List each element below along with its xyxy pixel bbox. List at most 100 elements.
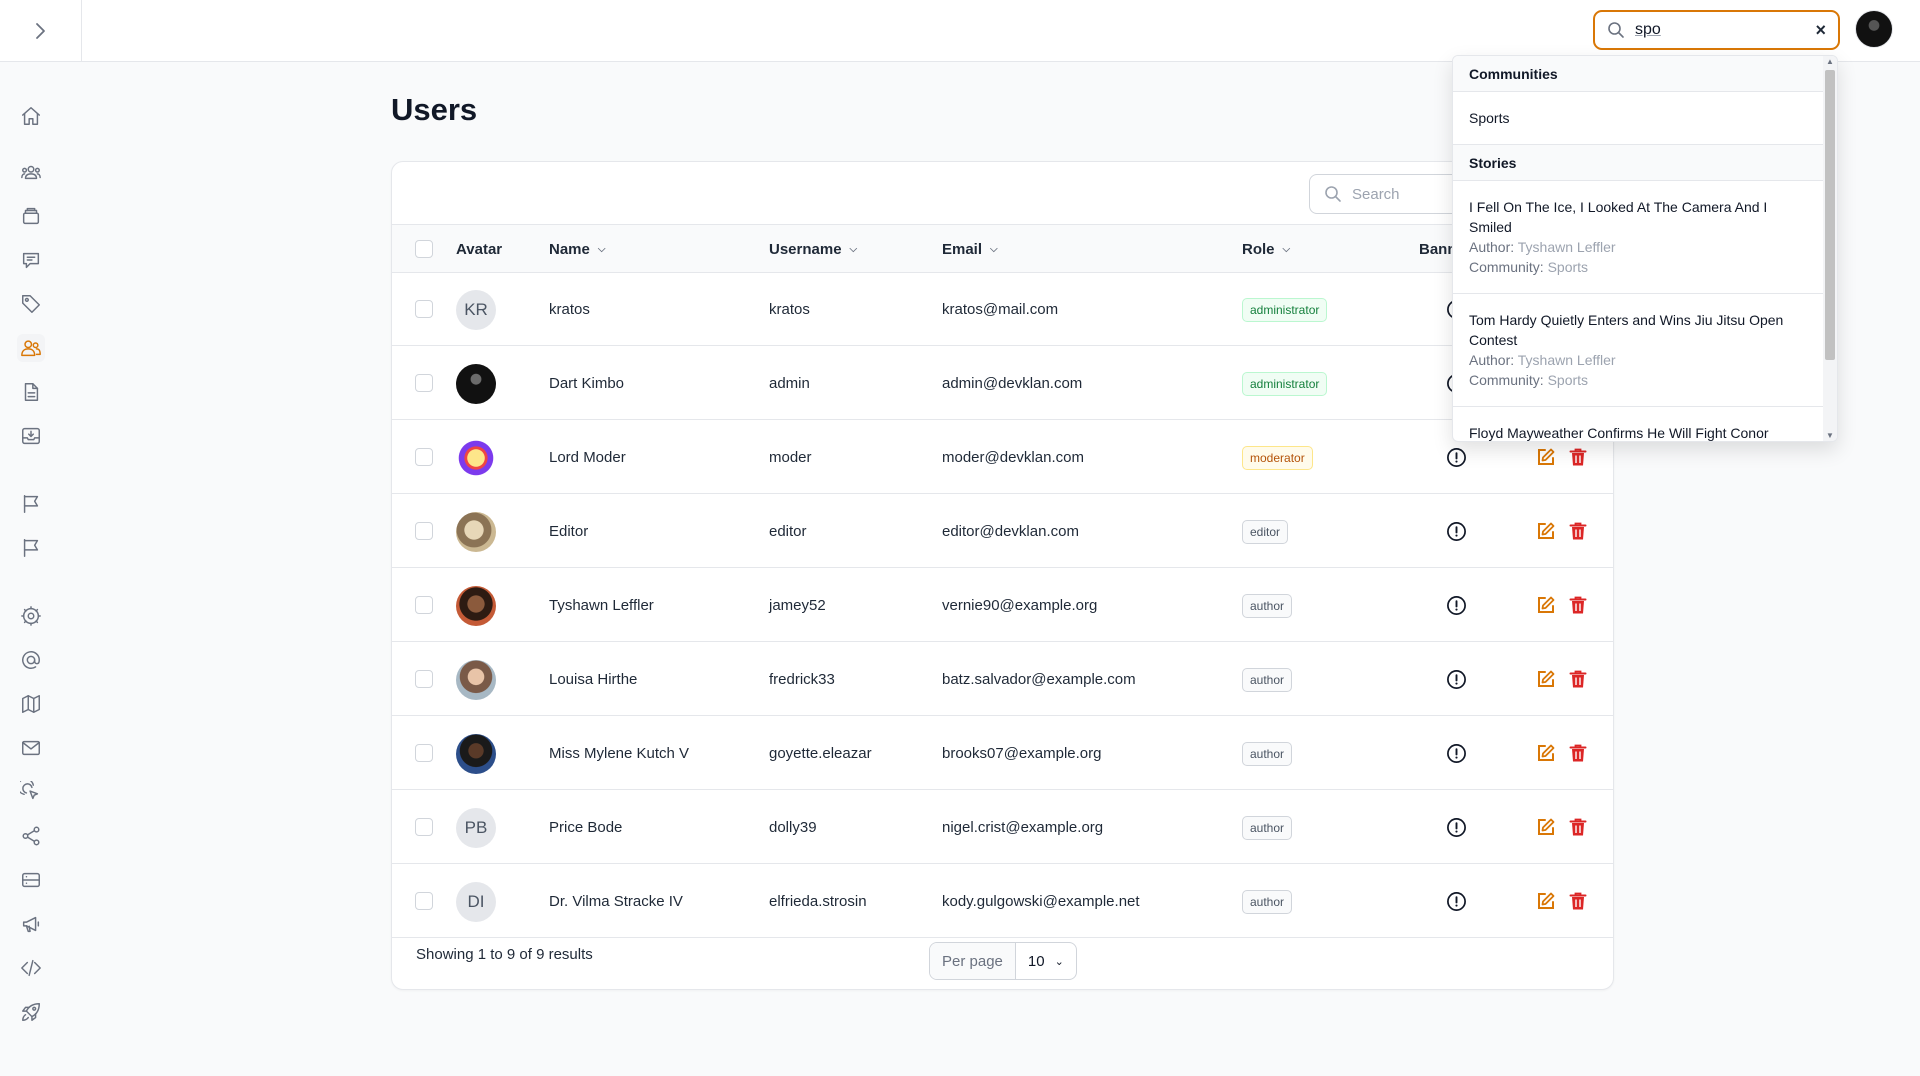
column-label: Role (1242, 241, 1275, 258)
megaphone-icon[interactable] (17, 910, 45, 938)
row-checkbox[interactable] (415, 818, 433, 836)
chevron-down-icon: ⌄ (1054, 955, 1064, 968)
flag-icon[interactable] (17, 534, 45, 562)
role-cell: author (1242, 643, 1293, 716)
column-header-banned[interactable]: Bann (1419, 225, 1457, 274)
avatar (456, 512, 496, 552)
inbox-icon[interactable] (17, 422, 45, 450)
ban-toggle-icon[interactable] (1446, 743, 1467, 764)
row-checkbox[interactable] (415, 522, 433, 540)
user-username: dolly39 (769, 819, 817, 836)
row-checkbox[interactable] (415, 374, 433, 392)
ban-toggle-icon[interactable] (1446, 669, 1467, 690)
at-sign-icon[interactable] (17, 646, 45, 674)
delete-icon[interactable] (1569, 521, 1587, 541)
avatar-initials: DI (467, 892, 485, 911)
edit-icon[interactable] (1536, 521, 1556, 541)
user-name: Louisa Hirthe (549, 671, 638, 688)
column-header-name[interactable]: Name ⌵ (549, 225, 605, 274)
community-result-item[interactable]: Sports (1453, 92, 1825, 145)
delete-icon[interactable] (1569, 595, 1587, 615)
ban-toggle-icon[interactable] (1446, 447, 1467, 468)
edit-icon[interactable] (1536, 595, 1556, 615)
user-email: nigel.crist@example.org (942, 819, 1104, 836)
delete-icon[interactable] (1569, 743, 1587, 763)
ban-toggle-icon[interactable] (1446, 595, 1467, 616)
story-result-item[interactable]: Tom Hardy Quietly Enters and Wins Jiu Ji… (1453, 294, 1825, 407)
edit-icon[interactable] (1536, 669, 1556, 689)
ban-toggle-icon[interactable] (1446, 891, 1467, 912)
row-checkbox[interactable] (415, 744, 433, 762)
user-name: Price Bode (549, 819, 623, 836)
edit-icon[interactable] (1536, 817, 1556, 837)
column-header-email[interactable]: Email ⌵ (942, 225, 998, 274)
edit-icon[interactable] (1536, 891, 1556, 911)
per-page-select[interactable]: Per page 10 ⌄ (929, 942, 1077, 980)
delete-icon[interactable] (1569, 447, 1587, 467)
scroll-up-icon[interactable]: ▲ (1826, 57, 1834, 66)
row-checkbox[interactable] (415, 448, 433, 466)
avatar (456, 660, 496, 700)
user-avatar-button[interactable] (1855, 10, 1893, 48)
users-icon[interactable] (17, 334, 45, 362)
sidebar-toggle-button[interactable] (0, 0, 82, 61)
global-search-value[interactable]: spo (1635, 21, 1815, 39)
delete-icon[interactable] (1569, 891, 1587, 911)
flag-icon[interactable] (17, 490, 45, 518)
clear-search-button[interactable]: × (1815, 20, 1826, 41)
story-result-item[interactable]: I Fell On The Ice, I Looked At The Camer… (1453, 181, 1825, 294)
row-checkbox[interactable] (415, 670, 433, 688)
ban-toggle-icon[interactable] (1446, 521, 1467, 542)
archive-icon[interactable] (17, 202, 45, 230)
user-email: kody.gulgowski@example.net (942, 893, 1140, 910)
chat-icon[interactable] (17, 246, 45, 274)
avatar-initials: PB (464, 818, 488, 837)
row-checkbox[interactable] (415, 300, 433, 318)
column-label: Bann (1419, 241, 1457, 258)
story-result-item[interactable]: Floyd Mayweather Confirms He Will Fight … (1453, 407, 1825, 441)
map-icon[interactable] (17, 690, 45, 718)
row-checkbox[interactable] (415, 892, 433, 910)
row-checkbox[interactable] (415, 596, 433, 614)
column-label: Username (769, 241, 842, 258)
user-name: Dr. Vilma Stracke IV (549, 893, 683, 910)
column-label: Name (549, 241, 590, 258)
dropdown-scrollbar[interactable]: ▲ ▼ (1823, 56, 1837, 441)
scroll-down-icon[interactable]: ▼ (1826, 431, 1834, 440)
story-author: Author: Tyshawn Leffler (1469, 350, 1809, 370)
select-all-checkbox[interactable] (415, 240, 433, 258)
per-page-dropdown[interactable]: 10 ⌄ (1016, 943, 1076, 979)
user-name: Lord Moder (549, 449, 626, 466)
delete-icon[interactable] (1569, 817, 1587, 837)
ban-toggle-icon[interactable] (1446, 817, 1467, 838)
mail-icon[interactable] (17, 734, 45, 762)
column-header-username[interactable]: Username ⌵ (769, 225, 857, 274)
community-label: Community: (1469, 372, 1544, 388)
home-icon[interactable] (17, 102, 45, 130)
edit-icon[interactable] (1536, 743, 1556, 763)
server-icon[interactable] (17, 866, 45, 894)
edit-icon[interactable] (1536, 447, 1556, 467)
delete-icon[interactable] (1569, 669, 1587, 689)
document-icon[interactable] (17, 378, 45, 406)
avatar (456, 586, 496, 626)
rocket-icon[interactable] (17, 998, 45, 1026)
avatar: DI (456, 882, 496, 922)
users-group-icon[interactable] (17, 158, 45, 186)
cursor-click-icon[interactable] (17, 778, 45, 806)
cog-icon[interactable] (17, 602, 45, 630)
role-cell: author (1242, 865, 1293, 938)
table-row: DI Dr. Vilma Stracke IV elfrieda.strosin ko… (392, 865, 1613, 938)
user-email: moder@devklan.com (942, 449, 1084, 466)
role-badge: editor (1242, 519, 1289, 544)
code-icon[interactable] (17, 954, 45, 982)
scrollbar-thumb[interactable] (1825, 70, 1835, 360)
column-header-role[interactable]: Role ⌵ (1242, 225, 1290, 274)
user-name: Tyshawn Leffler (549, 597, 654, 614)
global-search-input[interactable]: spo × (1593, 10, 1840, 50)
user-username: jamey52 (769, 597, 826, 614)
role-badge: author (1242, 593, 1293, 618)
user-name: kratos (549, 301, 590, 318)
tag-icon[interactable] (17, 290, 45, 318)
share-icon[interactable] (17, 822, 45, 850)
